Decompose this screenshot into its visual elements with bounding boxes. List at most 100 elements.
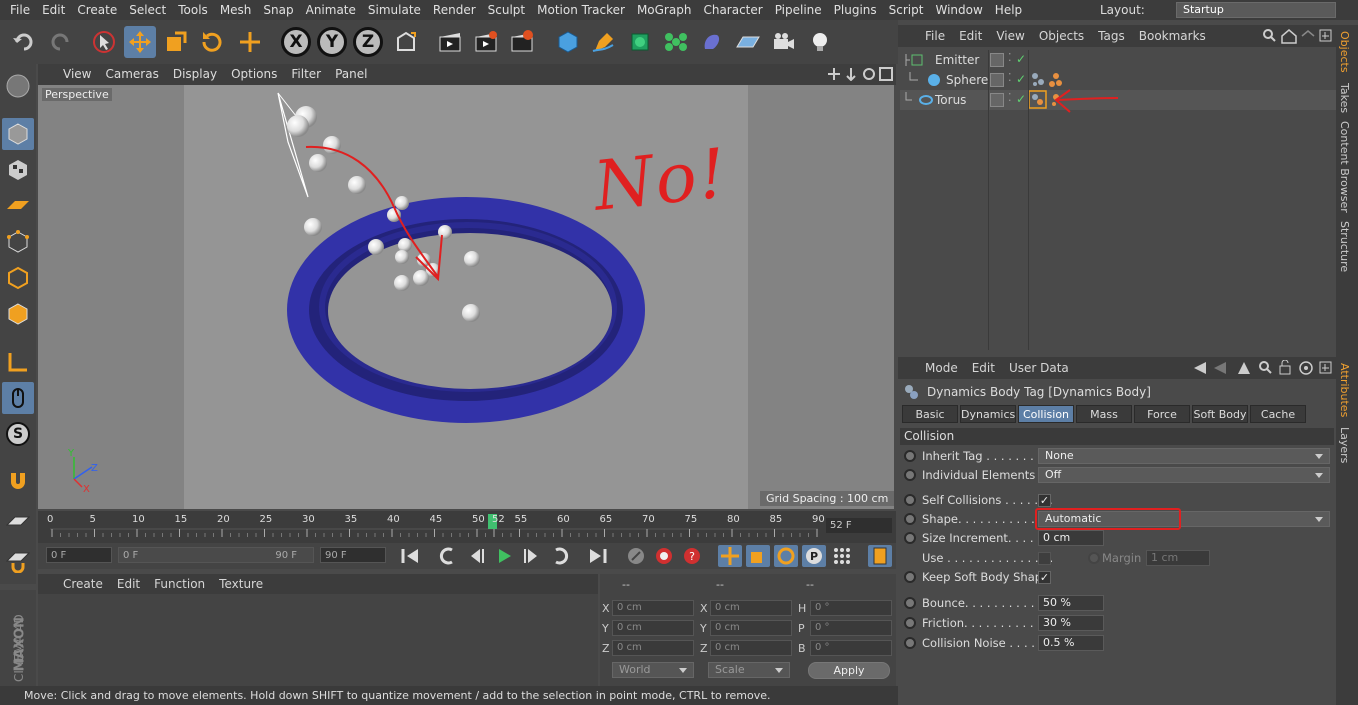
menu-edit[interactable]: Edit (36, 0, 71, 20)
snap-toggle-icon[interactable]: S (2, 418, 34, 450)
vp-menu-cameras[interactable]: Cameras (98, 64, 165, 85)
mat-menu-function[interactable]: Function (147, 574, 212, 594)
tab-cache[interactable]: Cache (1250, 405, 1306, 423)
axis-mode-icon[interactable] (2, 346, 34, 378)
menu-simulate[interactable]: Simulate (362, 0, 427, 20)
key-position-icon[interactable] (718, 545, 742, 567)
undo-icon[interactable] (8, 26, 40, 58)
apply-button[interactable]: Apply (808, 662, 890, 679)
mat-menu-create[interactable]: Create (56, 574, 110, 594)
animate-radio[interactable] (904, 494, 916, 506)
menu-sculpt[interactable]: Sculpt (482, 0, 531, 20)
tweak-mode-icon[interactable] (2, 382, 34, 414)
timeline[interactable]: 0 5 10 15 20 25 30 35 40 45 50 52 55 60 65 70 75 80 85 90 (38, 511, 896, 543)
attr-header-icons[interactable] (1192, 360, 1334, 376)
start-frame-field[interactable]: 0 F (46, 547, 112, 563)
tab-basic[interactable]: Basic (902, 405, 958, 423)
next-frame-icon[interactable] (520, 545, 544, 567)
side-tab-layers[interactable]: Layers (1338, 427, 1351, 463)
layer-icon[interactable] (990, 93, 1004, 107)
end-frame-field[interactable]: 90 F (320, 547, 386, 563)
use-checkbox[interactable] (1038, 552, 1051, 565)
vp-menu-view[interactable]: View (56, 64, 98, 85)
polygons-mode-icon[interactable] (2, 298, 34, 330)
current-frame-field[interactable]: 52 F (826, 518, 892, 533)
pos-z-field[interactable]: 0 cm (612, 640, 694, 656)
viewport[interactable]: No! Y Z X (38, 85, 894, 509)
axis-x-button[interactable]: X (280, 26, 312, 58)
menu-mesh[interactable]: Mesh (214, 0, 258, 20)
workplane-lock-icon[interactable] (2, 508, 34, 540)
subdivision-surface-icon[interactable] (624, 26, 656, 58)
attr-menu-mode[interactable]: Mode (918, 357, 965, 379)
attr-menu-user-data[interactable]: User Data (1002, 357, 1076, 379)
coord-system-select[interactable]: World (612, 662, 694, 678)
attr-menu-edit[interactable]: Edit (965, 357, 1002, 379)
size-increment-field[interactable]: 0 cm (1038, 530, 1104, 546)
render-view-icon[interactable] (434, 26, 466, 58)
animate-radio[interactable] (904, 597, 916, 609)
vp-menu-options[interactable]: Options (224, 64, 284, 85)
menu-snap[interactable]: Snap (257, 0, 299, 20)
workplane-snap-icon[interactable] (2, 544, 34, 576)
side-tab-structure[interactable]: Structure (1338, 221, 1351, 272)
record-keys-icon[interactable] (624, 545, 648, 567)
obj-header-icons[interactable] (1262, 28, 1334, 44)
pos-x-field[interactable]: 0 cm (612, 600, 694, 616)
side-tab-attributes[interactable]: Attributes (1338, 363, 1351, 417)
menu-create[interactable]: Create (71, 0, 123, 20)
deformer-icon[interactable] (696, 26, 728, 58)
menu-animate[interactable]: Animate (300, 0, 362, 20)
rot-b-field[interactable]: 0 ° (810, 640, 892, 656)
friction-field[interactable]: 30 % (1038, 615, 1104, 631)
key-rotation-icon[interactable] (774, 545, 798, 567)
layer-icon[interactable] (990, 73, 1004, 87)
margin-field[interactable]: 1 cm (1146, 550, 1210, 566)
size-x-field[interactable]: 0 cm (710, 600, 792, 616)
collision-noise-field[interactable]: 0.5 % (1038, 635, 1104, 651)
obj-menu-objects[interactable]: Objects (1032, 25, 1091, 47)
bounce-field[interactable]: 50 % (1038, 595, 1104, 611)
autokey-icon[interactable] (652, 545, 676, 567)
side-tab-takes[interactable]: Takes (1338, 83, 1351, 113)
menu-file[interactable]: File (4, 0, 36, 20)
side-tab-objects[interactable]: Objects (1338, 31, 1351, 73)
animate-radio[interactable] (904, 571, 916, 583)
mat-menu-texture[interactable]: Texture (212, 574, 270, 594)
prev-key-icon[interactable] (436, 545, 460, 567)
enabled-check-icon[interactable]: ✓ (1016, 52, 1026, 66)
menu-script[interactable]: Script (883, 0, 930, 20)
mat-menu-edit[interactable]: Edit (110, 574, 147, 594)
scale-tool-icon[interactable] (160, 26, 192, 58)
redo-icon[interactable] (44, 26, 76, 58)
size-mode-select[interactable]: Scale (708, 662, 790, 678)
obj-menu-bookmarks[interactable]: Bookmarks (1132, 25, 1213, 47)
tab-force[interactable]: Force (1134, 405, 1190, 423)
workplane-icon[interactable] (2, 190, 34, 222)
individual-elements-select[interactable]: Off (1038, 467, 1330, 483)
next-key-icon[interactable] (548, 545, 572, 567)
obj-menu-file[interactable]: File (918, 25, 952, 47)
enabled-check-icon[interactable]: ✓ (1016, 92, 1026, 106)
pos-y-field[interactable]: 0 cm (612, 620, 694, 636)
pen-spline-icon[interactable] (588, 26, 620, 58)
prev-frame-icon[interactable] (464, 545, 488, 567)
menu-plugins[interactable]: Plugins (828, 0, 883, 20)
vp-menu-panel[interactable]: Panel (328, 64, 374, 85)
menu-mograph[interactable]: MoGraph (631, 0, 698, 20)
render-settings-icon[interactable] (506, 26, 538, 58)
layout-select[interactable]: Startup (1176, 2, 1336, 18)
side-tab-content-browser[interactable]: Content Browser (1338, 121, 1351, 213)
menu-help[interactable]: Help (989, 0, 1028, 20)
move-tool-icon[interactable] (124, 26, 156, 58)
viewport-nav-icons[interactable] (828, 67, 894, 81)
obj-menu-edit[interactable]: Edit (952, 25, 989, 47)
material-area[interactable] (38, 594, 598, 686)
rot-h-field[interactable]: 0 ° (810, 600, 892, 616)
visibility-dots-icon[interactable]: ⁚ (1008, 91, 1012, 104)
tab-dynamics[interactable]: Dynamics (960, 405, 1016, 423)
menu-tools[interactable]: Tools (172, 0, 214, 20)
inherit-tag-select[interactable]: None (1038, 448, 1330, 464)
go-to-end-icon[interactable] (586, 545, 610, 567)
timeline-layout-icon[interactable] (868, 545, 892, 567)
